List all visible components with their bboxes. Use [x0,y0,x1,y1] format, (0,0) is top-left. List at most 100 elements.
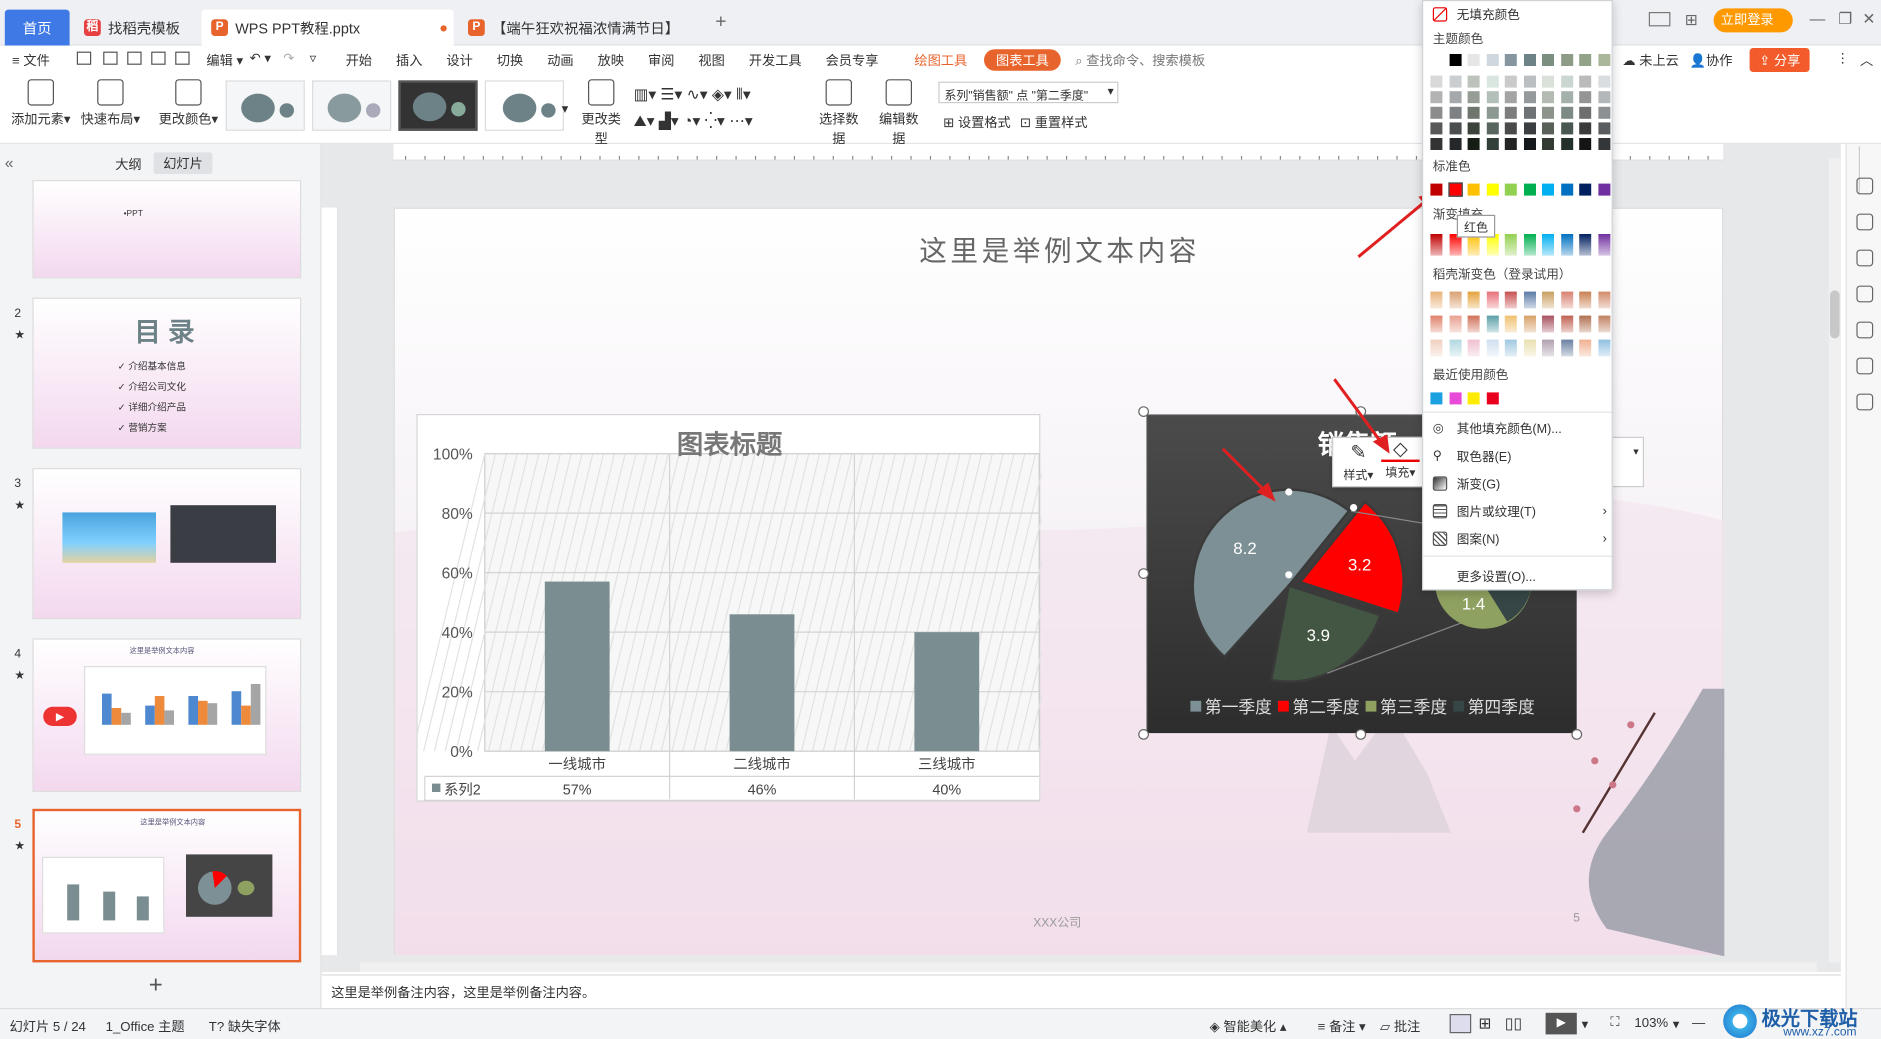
collapse-ribbon-icon[interactable]: ︿ [1860,50,1873,69]
more-menu-icon[interactable]: ⋮ [1836,50,1849,66]
docer-gradient-swatch[interactable] [1579,339,1592,357]
docer-gradient-swatch[interactable] [1597,315,1610,333]
zoom-out-icon[interactable]: — [1692,1016,1705,1030]
recent-color-swatch[interactable] [1486,392,1499,405]
eyedropper-item[interactable]: ⚲ 取色器(E) [1433,444,1607,468]
theme-color-swatch[interactable] [1504,75,1517,88]
slide-thumb-3[interactable] [32,468,302,620]
theme-color-swatch[interactable] [1597,138,1610,150]
fit-icon[interactable]: ⛶ [1610,1015,1619,1031]
docer-gradient-swatch[interactable] [1486,339,1499,357]
horizontal-scrollbar[interactable] [360,962,1817,973]
pen-icon[interactable] [1856,177,1874,195]
footer-page[interactable]: 5 [1573,912,1580,925]
standard-color-swatch[interactable] [1467,183,1480,196]
login-button[interactable]: 立即登录 [1713,8,1793,33]
docer-gradient-swatch[interactable] [1449,339,1461,357]
menu-slideshow[interactable]: 放映 [598,50,624,69]
theme-color-swatch[interactable] [1486,138,1499,150]
menu-developer[interactable]: 开发工具 [749,50,802,69]
missing-font-button[interactable]: T? 缺失字体 [209,1016,281,1035]
sorter-view-icon[interactable]: ⊞ [1478,1014,1491,1033]
theme-color-swatch[interactable] [1597,91,1610,104]
theme-color-swatch[interactable] [1449,106,1461,119]
recent-color-swatch[interactable] [1467,392,1480,405]
docer-gradient-swatch[interactable] [1430,291,1443,309]
theme-color-swatch[interactable] [1597,54,1610,66]
menu-review[interactable]: 审阅 [648,50,674,69]
theme-color-swatch[interactable] [1467,75,1480,88]
select-data-button[interactable]: 选择数据 [814,79,864,147]
theme-color-swatch[interactable] [1504,54,1517,66]
reading-view-icon[interactable]: ▯▯ [1505,1014,1522,1033]
standard-color-swatch[interactable] [1579,183,1592,196]
chart-style-4[interactable] [484,80,564,131]
docer-gradient-swatch[interactable] [1523,315,1536,333]
theme-color-swatch[interactable] [1430,75,1443,88]
docer-gradient-swatch[interactable] [1430,315,1443,333]
image-icon[interactable] [1856,321,1874,339]
pattern-item[interactable]: 图案(N) › [1432,527,1607,551]
chart-type-grid[interactable]: ▥▾ ☰▾ ∿▾ ◈▾ ⦀▾ ⛰▾ ▟▾ ◔▾ ⁛▾ ⋯▾ [634,82,802,135]
copy-icon[interactable] [1856,285,1874,303]
docer-gradient-swatch[interactable] [1560,339,1573,357]
docer-gradient-swatch[interactable] [1467,291,1480,309]
gradient-color-swatch[interactable] [1504,234,1517,256]
theme-color-swatch[interactable] [1449,122,1461,135]
menu-animation[interactable]: 动画 [547,50,573,69]
add-slide-button[interactable]: + [149,972,163,1000]
chart-style-1[interactable] [225,80,305,131]
theme-color-swatch[interactable] [1579,138,1592,150]
theme-color-swatch[interactable] [1504,138,1517,150]
theme-color-swatch[interactable] [1467,54,1480,66]
docer-gradient-swatch[interactable] [1579,291,1592,309]
docer-gradient-swatch[interactable] [1542,315,1555,333]
theme-color-swatch[interactable] [1430,122,1443,135]
bar-chart[interactable]: 100% 80% 60% 40% 20% 0% 一线城市 57% 二线城市 46% 三线城市 40% 系… [412,414,1123,802]
menu-file[interactable]: ≡ 文件 [12,50,50,69]
theme-color-swatch[interactable] [1579,91,1592,104]
theme-color-swatch[interactable] [1560,122,1573,135]
docer-gradient-swatch[interactable] [1560,291,1573,309]
theme-color-swatch[interactable] [1467,91,1480,104]
theme-color-swatch[interactable] [1560,75,1573,88]
docer-gradient-swatch[interactable] [1523,339,1536,357]
tab-template[interactable]: 稻找稻壳模板 [74,10,194,46]
docer-gradient-swatch[interactable] [1467,339,1480,357]
format-painter-icon[interactable] [175,51,190,65]
theme-color-swatch[interactable] [1430,138,1443,150]
theme-color-swatch[interactable] [1579,122,1592,135]
theme-color-swatch[interactable] [1486,75,1499,88]
docer-gradient-swatch[interactable] [1486,315,1499,333]
menu-design[interactable]: 设计 [446,50,472,69]
docer-gradient-swatch[interactable] [1449,291,1461,309]
quick-layout-button[interactable]: 快速布局▾ [79,79,141,128]
add-element-button[interactable]: 添加元素▾ [10,79,72,128]
theme-color-swatch[interactable] [1542,106,1555,119]
restore-button[interactable]: ❐ [1838,10,1852,29]
theme-color-swatch[interactable] [1523,54,1536,66]
standard-color-swatch[interactable] [1430,183,1443,196]
theme-color-swatch[interactable] [1542,122,1555,135]
theme-color-swatch[interactable] [1579,106,1592,119]
menu-view[interactable]: 视图 [698,50,724,69]
theme-color-swatch[interactable] [1542,54,1555,66]
standard-color-swatch[interactable] [1597,183,1610,196]
theme-color-swatch[interactable] [1560,106,1573,119]
tab-home[interactable]: 首页 [4,9,70,46]
menu-insert[interactable]: 插入 [396,50,422,69]
footer-company[interactable]: XXX公司 [1033,912,1081,930]
layout-icon[interactable] [1648,12,1671,27]
tab-outline[interactable]: 大纲 [115,155,141,174]
scroll-thumb[interactable] [1830,290,1840,339]
docer-gradient-swatch[interactable] [1542,291,1555,309]
theme-color-swatch[interactable] [1467,138,1480,150]
no-fill-button[interactable]: 无填充颜色 [1432,2,1607,26]
standard-color-swatch[interactable] [1504,183,1517,196]
menu-member[interactable]: 会员专享 [826,50,879,69]
theme-color-swatch[interactable] [1449,54,1461,66]
undo-icon[interactable]: ↶ ▾ [250,50,271,66]
theme-color-swatch[interactable] [1523,75,1536,88]
theme-color-swatch[interactable] [1486,91,1499,104]
book-icon[interactable] [1856,393,1874,411]
